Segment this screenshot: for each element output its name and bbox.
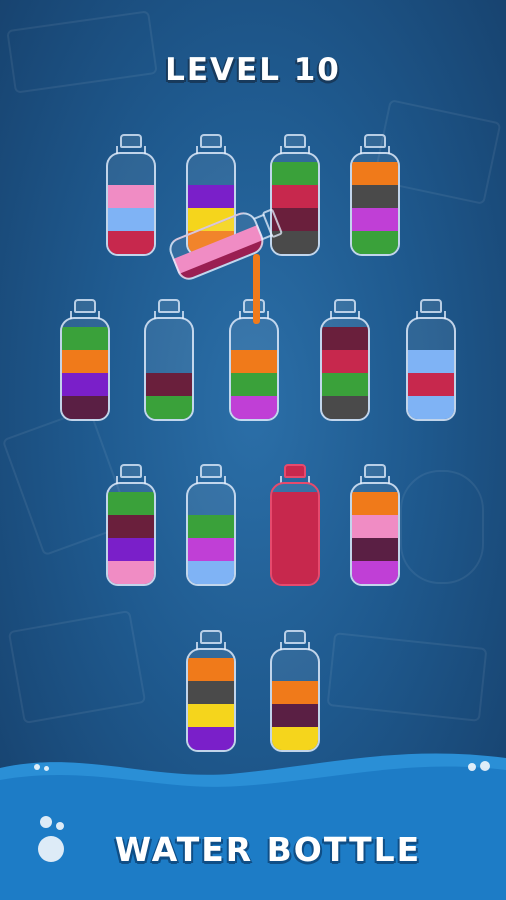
liquid-layer-dark-gray	[352, 185, 398, 208]
bubble	[468, 763, 476, 771]
liquid-layer-pink	[108, 185, 154, 208]
bottle[interactable]	[406, 299, 456, 421]
liquid-layer-light-blue	[408, 396, 454, 419]
liquid-layer-purple	[62, 373, 108, 396]
liquid-layer-plum	[272, 704, 318, 727]
liquid-layer-orange	[62, 350, 108, 373]
bottle[interactable]	[106, 464, 156, 586]
bottle-body	[320, 317, 370, 421]
pour-stream	[253, 254, 260, 324]
liquid-layer-green	[231, 373, 277, 396]
liquid-layer-orange	[188, 658, 234, 681]
liquid-layer-crimson	[272, 515, 318, 538]
background-doodle	[7, 609, 147, 725]
liquid-layer-crimson	[272, 185, 318, 208]
liquid-layer-dark-gray	[322, 396, 368, 419]
bottle[interactable]	[270, 464, 320, 586]
liquid-layer-purple	[108, 538, 154, 561]
bottle-body	[229, 317, 279, 421]
liquid-layer-pink	[352, 515, 398, 538]
bottle[interactable]	[270, 630, 320, 752]
background-doodle	[400, 470, 484, 584]
liquid-layer-green	[146, 396, 192, 419]
water-wave	[0, 753, 506, 900]
liquid-layer-maroon	[108, 515, 154, 538]
liquid-layer-orange	[352, 492, 398, 515]
bottle[interactable]	[350, 134, 400, 256]
bottle[interactable]	[186, 464, 236, 586]
liquid-layer-orange	[352, 162, 398, 185]
liquid-layer-green	[322, 373, 368, 396]
bubble	[40, 816, 52, 828]
liquid-layer-magenta	[352, 561, 398, 584]
liquid-layer-maroon	[146, 373, 192, 396]
bubble	[44, 766, 49, 771]
bottle-body	[186, 648, 236, 752]
liquid-layer-light-blue	[108, 208, 154, 231]
bubble	[56, 822, 64, 830]
liquid-layer-crimson	[108, 231, 154, 254]
level-title: LEVEL 10	[165, 52, 341, 88]
liquid-layer-plum	[62, 396, 108, 419]
liquid-layer-dark-gray	[188, 681, 234, 704]
liquid-layer-green	[188, 515, 234, 538]
liquid-layer-green	[62, 327, 108, 350]
liquid-layer-orange	[231, 350, 277, 373]
liquid-layer-magenta	[231, 396, 277, 419]
bottle[interactable]	[106, 134, 156, 256]
liquid-layer-crimson	[408, 373, 454, 396]
game-title: WATER BOTTLE	[114, 830, 422, 869]
liquid-layer-maroon	[322, 327, 368, 350]
bottle[interactable]	[350, 464, 400, 586]
liquid-layer-magenta	[188, 538, 234, 561]
bottle-body	[106, 482, 156, 586]
liquid-layer-plum	[352, 538, 398, 561]
bottle-body	[106, 152, 156, 256]
liquid-layer-yellow	[188, 704, 234, 727]
liquid-layer-light-blue	[188, 561, 234, 584]
bubble	[38, 836, 64, 862]
liquid-layer-crimson	[272, 492, 318, 515]
bottle-body	[350, 152, 400, 256]
liquid-layer-light-blue	[408, 350, 454, 373]
bottle[interactable]	[144, 299, 194, 421]
bottle-body	[60, 317, 110, 421]
liquid-layer-orange	[272, 681, 318, 704]
bottle-body	[186, 482, 236, 586]
bottle-body	[406, 317, 456, 421]
liquid-layer-crimson	[322, 350, 368, 373]
bottle[interactable]	[60, 299, 110, 421]
liquid-layer-pink	[108, 561, 154, 584]
bubble	[34, 764, 40, 770]
liquid-layer-green	[108, 492, 154, 515]
liquid-layer-magenta	[352, 208, 398, 231]
bottle-body	[270, 482, 320, 586]
bottle[interactable]	[186, 630, 236, 752]
background-doodle	[326, 632, 488, 722]
bottle[interactable]	[320, 299, 370, 421]
bottle-body	[270, 648, 320, 752]
bubble	[480, 761, 490, 771]
bottle-body	[144, 317, 194, 421]
liquid-layer-purple	[188, 185, 234, 208]
bottle-body	[350, 482, 400, 586]
liquid-layer-green	[352, 231, 398, 254]
liquid-layer-crimson	[272, 561, 318, 584]
liquid-layer-green	[272, 162, 318, 185]
liquid-layer-crimson	[272, 538, 318, 561]
